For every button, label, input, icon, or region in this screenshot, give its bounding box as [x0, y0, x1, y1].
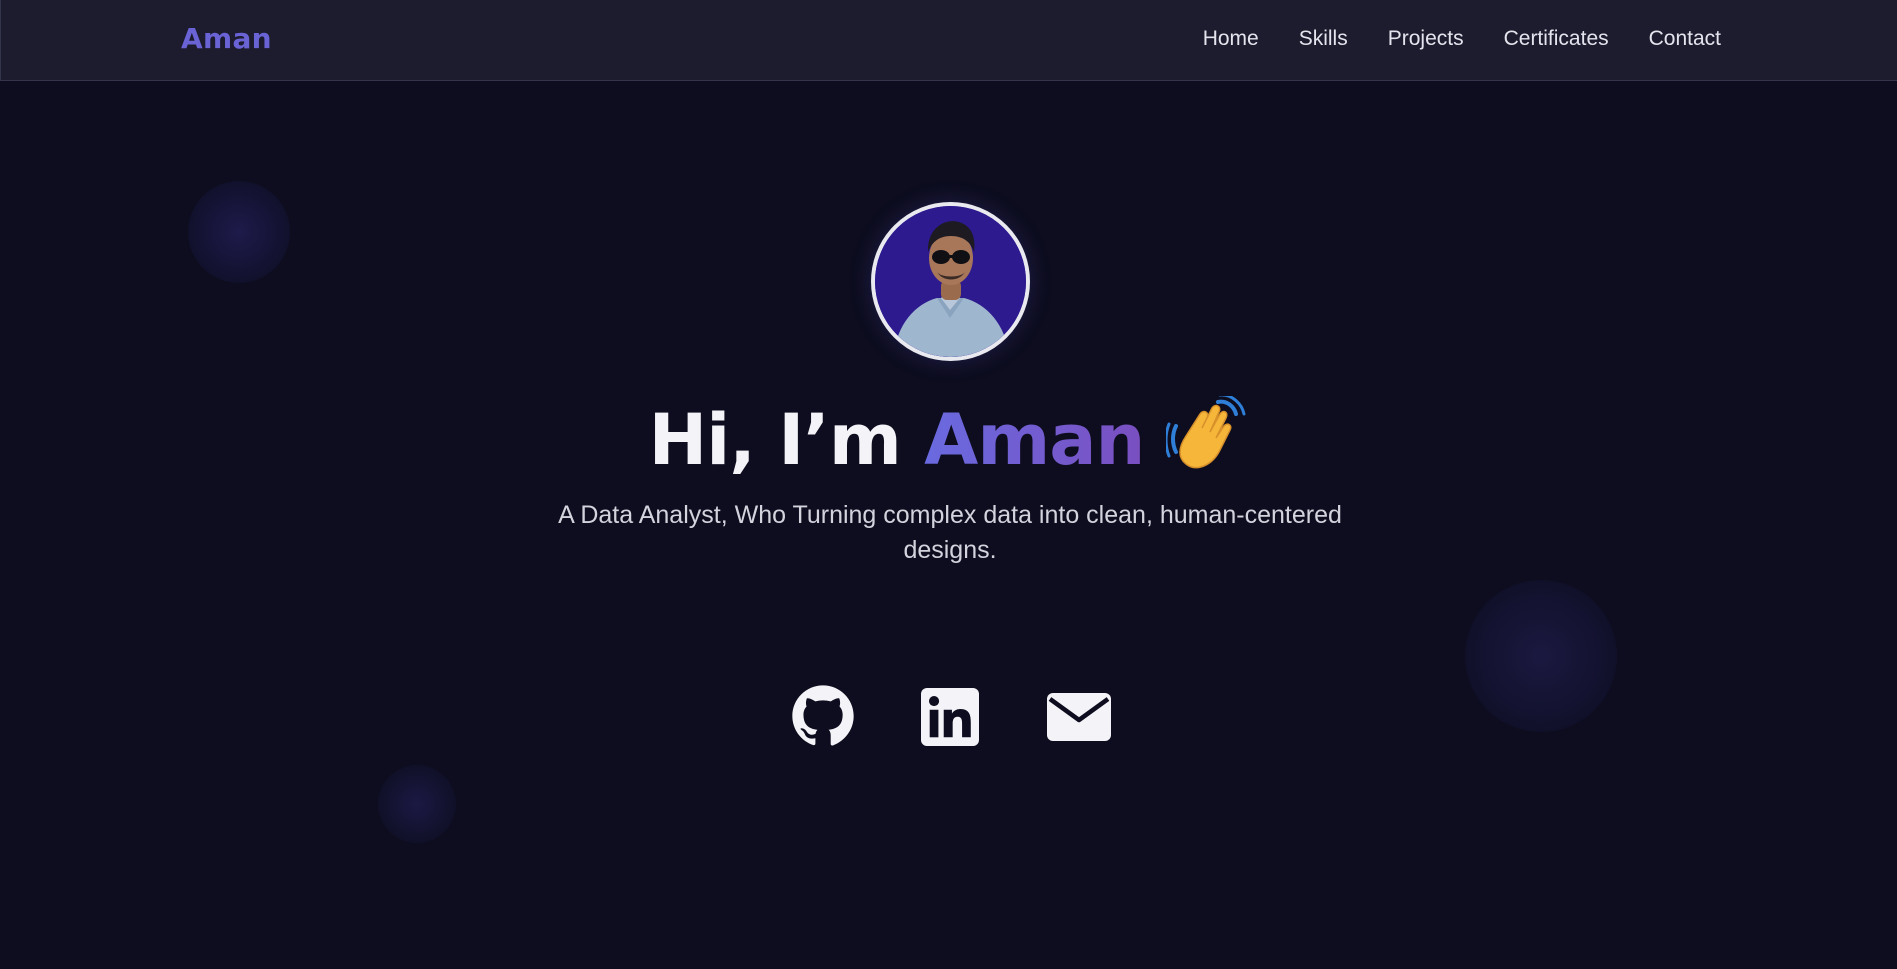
decorative-blob	[1465, 580, 1617, 732]
hero-greeting: Hi, I’m	[648, 399, 925, 481]
decorative-blob	[188, 181, 290, 283]
waving-hand-icon	[1164, 393, 1248, 474]
hero-subtitle: A Data Analyst, Who Turning complex data…	[558, 501, 1342, 564]
decorative-blob	[378, 765, 456, 843]
linkedin-icon[interactable]	[921, 688, 979, 746]
hero-title: Hi, I’m Aman	[0, 393, 1897, 481]
page: Aman Home Skills Projects Certificates C…	[0, 0, 1897, 969]
avatar-portrait	[875, 206, 1026, 357]
nav-link-home[interactable]: Home	[1203, 27, 1259, 51]
nav-link-contact[interactable]: Contact	[1649, 27, 1721, 51]
navbar: Aman Home Skills Projects Certificates C…	[0, 0, 1897, 81]
github-icon[interactable]	[791, 684, 855, 748]
nav-link-certificates[interactable]: Certificates	[1504, 27, 1609, 51]
nav-link-projects[interactable]: Projects	[1388, 27, 1464, 51]
hero-name: Aman	[924, 399, 1145, 481]
mail-icon[interactable]	[1047, 693, 1111, 741]
avatar	[871, 202, 1030, 361]
brand-logo[interactable]: Aman	[181, 22, 272, 55]
nav-links: Home Skills Projects Certificates Contac…	[1203, 27, 1721, 51]
nav-link-skills[interactable]: Skills	[1299, 27, 1348, 51]
